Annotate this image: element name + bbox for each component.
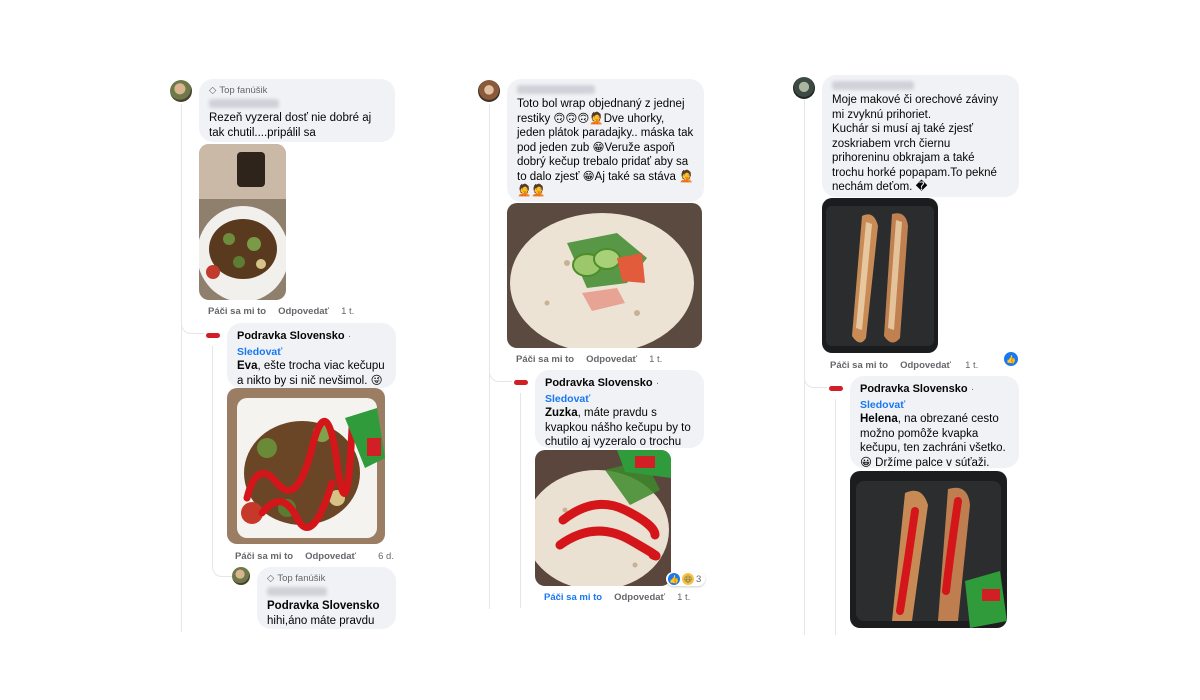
commenter-avatar[interactable] (478, 80, 500, 102)
timestamp[interactable]: 6 d. (378, 551, 394, 562)
thread-line (835, 399, 836, 635)
reaction-summary[interactable]: 👍 😆 3 (666, 572, 706, 586)
top-fan-badge: ◇ Top fanúšik (267, 573, 326, 584)
reply-connector (804, 369, 827, 388)
reply-text: Helena, na obrezané cesto možno pomôže k… (860, 413, 1006, 469)
reply-link[interactable]: Odpovedať (278, 306, 329, 317)
sub-reply-title: Podravka Slovensko (267, 600, 380, 612)
sub-reply-text: hihi,áno máte pravdu (267, 614, 375, 627)
like-link[interactable]: Páči sa mi to (208, 306, 266, 317)
like-link[interactable]: Páči sa mi to (235, 551, 293, 562)
thread-line (181, 104, 182, 632)
thread-line (212, 346, 213, 568)
thread-line (804, 100, 805, 635)
reply-connector (212, 560, 233, 577)
reply-link[interactable]: Odpovedať (305, 551, 356, 562)
comment-text: Toto bol wrap objednaný z jednej restiky… (517, 98, 694, 197)
timestamp[interactable]: 1 t. (965, 360, 978, 371)
follow-link[interactable]: Sledovať (545, 393, 590, 405)
comment-photo-schnitzel[interactable] (199, 144, 286, 300)
commenter-avatar[interactable] (793, 77, 815, 99)
reply-photo-wrap-ketchup[interactable] (535, 450, 671, 586)
reply-connector (181, 315, 204, 334)
podravka-logo-icon (514, 379, 528, 385)
diamond-icon: ◇ (209, 85, 217, 96)
diamond-icon: ◇ (267, 573, 275, 584)
mention[interactable]: Eva (237, 360, 257, 372)
comment-bubble: Moje makové či orechové záviny mi zvyknú… (822, 75, 1019, 197)
reply-author[interactable]: Podravka Slovensko (860, 383, 968, 395)
reply-bubble: Podravka Slovensko · Sledovať Zuzka, mát… (535, 370, 704, 463)
reply-link[interactable]: Odpovedať (586, 354, 637, 365)
follow-link[interactable]: Sledovať (237, 346, 282, 358)
haha-reaction-icon: 😆 (682, 573, 694, 585)
reply-actions: Páči sa mi to Odpovedať 6 d. (235, 551, 394, 562)
mention[interactable]: Zuzka (545, 407, 578, 419)
reply-link[interactable]: Odpovedať (900, 360, 951, 371)
reply-link[interactable]: Odpovedať (614, 592, 665, 603)
comment-actions: Páči sa mi to Odpovedať 1 t. (208, 306, 354, 317)
reply-actions: Páči sa mi to Odpovedať 1 t. (544, 592, 690, 603)
brand-avatar[interactable] (513, 374, 529, 390)
blurred-author-name[interactable] (267, 587, 327, 596)
thread-line (489, 104, 490, 609)
timestamp[interactable]: 1 t. (677, 592, 690, 603)
follow-link[interactable]: Sledovať (860, 399, 905, 411)
comment-photo-rolls[interactable] (822, 198, 938, 353)
reply-photo-rolls-ketchup[interactable] (850, 471, 1007, 628)
reply-text: Eva, ešte trocha viac kečupu a nikto by … (237, 360, 385, 387)
blurred-author-name[interactable] (832, 81, 914, 90)
comment-actions: Páči sa mi to Odpovedať 1 t. (516, 354, 662, 365)
reply-author[interactable]: Podravka Slovensko (545, 377, 653, 389)
reply-author[interactable]: Podravka Slovensko (237, 330, 345, 342)
top-fan-badge: ◇ Top fanúšik (209, 85, 268, 96)
mention[interactable]: Helena (860, 413, 898, 425)
comment-text: Moje makové či orechové záviny mi zvyknú… (832, 94, 999, 193)
like-reaction-icon: 👍 (668, 573, 680, 585)
commenter-avatar[interactable] (170, 80, 192, 102)
blurred-author-name[interactable] (517, 85, 595, 94)
comment-actions: Páči sa mi to Odpovedať 1 t. (830, 360, 978, 371)
sub-reply-bubble: ◇ Top fanúšik Podravka Slovensko hihi,án… (257, 567, 396, 629)
timestamp[interactable]: 1 t. (341, 306, 354, 317)
podravka-logo-icon (829, 385, 843, 391)
blurred-author-name[interactable] (209, 99, 279, 108)
comment-text: Rezeň vyzeral dosť nie dobré aj tak chut… (209, 112, 372, 139)
reply-bubble: Podravka Slovensko · Sledovať Eva, ešte … (227, 323, 396, 388)
podravka-logo-icon (206, 332, 220, 338)
reply-bubble: Podravka Slovensko · Sledovať Helena, na… (850, 376, 1019, 469)
thread-line (520, 393, 521, 608)
reply-photo-schnitzel-ketchup[interactable] (227, 388, 385, 544)
reply-connector (489, 363, 512, 382)
comment-bubble: ◇ Top fanúšik Rezeň vyzeral dosť nie dob… (199, 79, 395, 142)
commenter-avatar[interactable] (232, 567, 250, 585)
brand-avatar[interactable] (828, 380, 844, 396)
reaction-count: 3 (696, 573, 702, 585)
like-reaction-icon[interactable]: 👍 (1002, 350, 1020, 368)
timestamp[interactable]: 1 t. (649, 354, 662, 365)
like-link[interactable]: Páči sa mi to (544, 592, 602, 603)
comment-photo-wrap[interactable] (507, 203, 702, 348)
like-link[interactable]: Páči sa mi to (516, 354, 574, 365)
brand-avatar[interactable] (205, 327, 221, 343)
like-link[interactable]: Páči sa mi to (830, 360, 888, 371)
comment-bubble: Toto bol wrap objednaný z jednej restiky… (507, 79, 704, 202)
